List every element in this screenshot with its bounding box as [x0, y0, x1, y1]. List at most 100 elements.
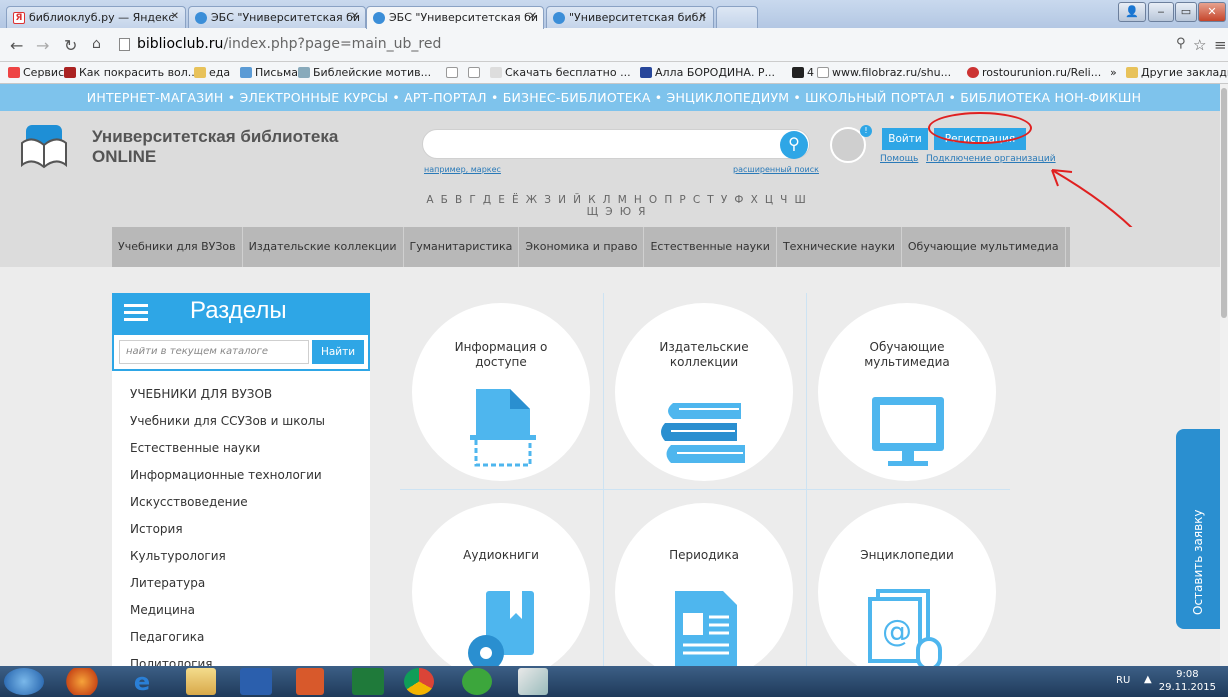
bookmark-item[interactable]: Алла БОРОДИНА. Р... — [640, 66, 775, 79]
excel-icon[interactable] — [352, 668, 384, 695]
close-tab-icon[interactable]: ✕ — [171, 11, 179, 22]
windows-taskbar: e RU ▲ 9:08 29.11.2015 — [0, 666, 1228, 697]
list-item[interactable]: Информационные технологии — [130, 468, 322, 482]
tile-encyclopedias[interactable]: Энциклопедии @ — [818, 503, 996, 666]
top-links-strip[interactable]: ИНТЕРНЕТ-МАГАЗИН • ЭЛЕКТРОННЫЕ КУРСЫ • А… — [0, 84, 1228, 111]
scrollbar[interactable] — [1220, 84, 1228, 666]
home-icon[interactable]: ⌂ — [92, 36, 101, 52]
clock[interactable]: 9:08 29.11.2015 — [1159, 668, 1216, 694]
list-item[interactable]: Естественные науки — [130, 441, 260, 455]
paint-icon[interactable] — [518, 668, 548, 695]
start-button[interactable] — [4, 668, 44, 695]
menu-item-textbooks[interactable]: Учебники для ВУЗов — [112, 227, 243, 267]
notification-icon[interactable]: ! — [860, 125, 872, 137]
close-tab-icon[interactable]: ✕ — [529, 11, 537, 22]
logo-subtitle[interactable]: ONLINE — [92, 147, 156, 167]
user-icon[interactable]: 👤 — [1118, 2, 1146, 22]
bookmark-other-folder[interactable]: Другие закладки — [1126, 66, 1228, 79]
firefox-icon[interactable] — [60, 668, 104, 695]
advanced-search-link[interactable]: расширенный поиск — [733, 165, 819, 174]
browser-tab[interactable]: Я библиоклуб.ру — Яндекс ✕ — [6, 6, 186, 28]
menu-icon[interactable]: ≡ — [1214, 36, 1227, 54]
category-menu: Учебники для ВУЗов Издательские коллекци… — [112, 227, 1070, 267]
powerpoint-icon[interactable] — [296, 668, 324, 695]
maximize-button[interactable]: ▭ — [1175, 2, 1197, 22]
menu-item-natural-sciences[interactable]: Естественные науки — [644, 227, 777, 267]
tile-periodicals[interactable]: Периодика — [615, 503, 793, 666]
menu-item-multimedia[interactable]: Обучающие мультимедиа — [902, 227, 1066, 267]
catalog-search-input[interactable]: найти в текущем каталоге — [119, 340, 309, 364]
tile-audiobooks[interactable]: Аудиокниги — [412, 503, 590, 666]
bookmark-star-icon[interactable]: ☆ — [1193, 36, 1206, 54]
internet-explorer-icon[interactable]: e — [120, 668, 164, 696]
browser-tab[interactable]: "Университетская библ ✕ — [546, 6, 714, 28]
leave-request-label: Оставить заявку — [1191, 509, 1205, 615]
list-item[interactable]: История — [130, 522, 183, 536]
browser-tab-active[interactable]: ЭБС "Университетская би ✕ — [366, 6, 544, 29]
bookmark-item[interactable]: 4 — [792, 66, 814, 79]
help-link[interactable]: Помощь — [880, 154, 918, 164]
tile-multimedia[interactable]: Обучающие мультимедиа — [818, 303, 996, 481]
language-indicator[interactable]: RU — [1116, 675, 1130, 686]
scrollbar-thumb[interactable] — [1221, 88, 1227, 318]
utorrent-icon[interactable] — [462, 668, 492, 695]
menu-item-humanities[interactable]: Гуманитаристика — [404, 227, 520, 267]
bookmark-item[interactable]: rostourunion.ru/Reli... — [967, 66, 1101, 79]
tab-title: ЭБС "Университетская би — [211, 11, 360, 24]
url-field[interactable]: biblioclub.ru/index.php?page=main_ub_red — [115, 33, 1165, 57]
search-icon[interactable]: ⚲ — [780, 131, 808, 159]
close-window-button[interactable]: ✕ — [1198, 2, 1226, 22]
sections-list: УЧЕБНИКИ ДЛЯ ВУЗОВ Учебники для ССУЗов и… — [112, 371, 370, 666]
list-item[interactable]: Культурология — [130, 549, 226, 563]
alphabet-index[interactable]: А Б В Г Д Е Ё Ж З И Й К Л М Н О П Р С Т … — [422, 194, 812, 218]
tray-arrow-icon[interactable]: ▲ — [1144, 674, 1152, 685]
menu-item-technical-sciences[interactable]: Технические науки — [777, 227, 902, 267]
bookmark-item[interactable]: Скачать бесплатно ... — [490, 66, 631, 79]
new-tab-button[interactable] — [716, 6, 758, 28]
site-search-input[interactable] — [422, 129, 810, 159]
minimize-button[interactable]: ‒ — [1148, 2, 1174, 22]
explorer-folder-icon[interactable] — [186, 668, 216, 695]
bookmark-item[interactable]: Как покрасить вол... — [64, 66, 198, 79]
word-icon[interactable] — [240, 668, 272, 695]
site-favicon-icon — [553, 12, 565, 24]
folder-icon — [194, 67, 206, 78]
list-item[interactable]: Литература — [130, 576, 205, 590]
url-path: /index.php?page=main_ub_red — [223, 36, 442, 52]
translate-icon[interactable]: ⚲ — [1176, 36, 1186, 51]
menu-item-publishers[interactable]: Издательские коллекции — [243, 227, 404, 267]
back-icon[interactable]: ← — [10, 36, 23, 55]
logo-title[interactable]: Университетская библиотека — [92, 127, 338, 147]
chrome-icon[interactable] — [404, 668, 434, 695]
close-tab-icon[interactable]: ✕ — [699, 11, 707, 22]
sections-header[interactable]: Разделы — [112, 293, 370, 333]
list-item[interactable]: Политология — [130, 657, 213, 666]
forward-icon[interactable]: → — [36, 36, 49, 55]
bookmark-item[interactable]: Письма — [240, 66, 298, 79]
menu-item-economics[interactable]: Экономика и право — [519, 227, 645, 267]
catalog-search-button[interactable]: Найти — [312, 340, 364, 364]
monitor-icon — [872, 397, 944, 466]
connect-organizations-link[interactable]: Подключение организаций — [926, 154, 1056, 164]
annotation-circle — [928, 112, 1032, 144]
close-tab-icon[interactable]: ✕ — [351, 11, 359, 22]
search-example-link[interactable]: например, маркес — [424, 165, 501, 174]
hamburger-icon[interactable] — [124, 304, 148, 322]
library-logo-icon[interactable] — [18, 121, 70, 171]
list-item[interactable]: Педагогика — [130, 630, 204, 644]
tile-publisher-collections[interactable]: Издательские коллекции — [615, 303, 793, 481]
login-button[interactable]: Войти — [882, 128, 928, 150]
browser-tab[interactable]: ЭБС "Университетская би ✕ — [188, 6, 366, 28]
tile-title: Энциклопедии — [860, 548, 954, 562]
more-bookmarks-icon[interactable]: » — [1110, 66, 1117, 79]
list-item[interactable]: Искусствоведение — [130, 495, 248, 509]
bookmark-item[interactable]: Библейские мотив... — [298, 66, 431, 79]
bookmark-folder[interactable]: еда — [194, 66, 230, 79]
bookmark-item[interactable]: www.filobraz.ru/shu... — [817, 66, 951, 79]
reload-icon[interactable]: ↻ — [64, 36, 77, 55]
address-bar-row: ← → ↻ ⌂ biblioclub.ru/index.php?page=mai… — [0, 28, 1228, 62]
list-item[interactable]: УЧЕБНИКИ ДЛЯ ВУЗОВ — [130, 387, 272, 401]
list-item[interactable]: Учебники для ССУЗов и школы — [130, 414, 325, 428]
tile-access-info[interactable]: Информация о доступе — [412, 303, 590, 481]
list-item[interactable]: Медицина — [130, 603, 195, 617]
